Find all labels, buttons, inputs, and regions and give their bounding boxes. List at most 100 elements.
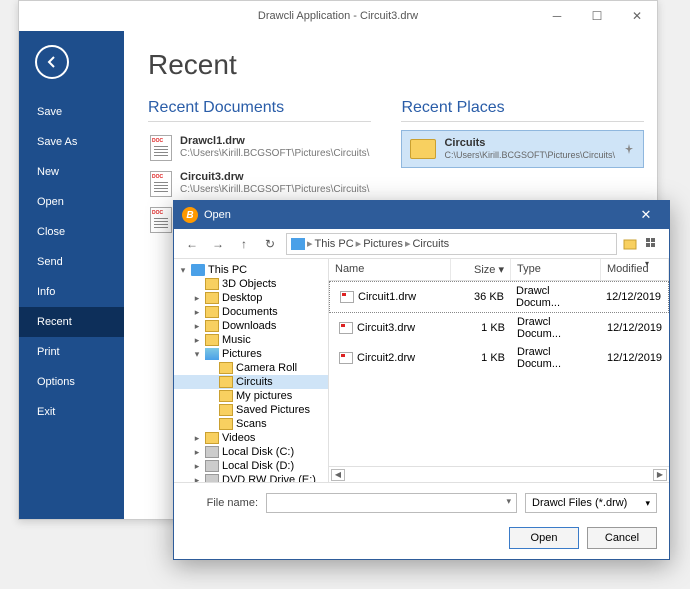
- tree-item-this-pc[interactable]: ▾This PC: [174, 263, 328, 277]
- disk-icon: [205, 446, 219, 458]
- file-row[interactable]: Circuit1.drw36 KBDrawcl Docum...12/12/20…: [329, 281, 669, 313]
- file-type: Drawcl Docum...: [511, 345, 601, 371]
- new-folder-button[interactable]: [623, 236, 639, 252]
- sidebar-item-open[interactable]: Open: [19, 187, 124, 217]
- folder-icon: [219, 376, 233, 388]
- file-row[interactable]: Circuit2.drw1 KBDrawcl Docum...12/12/201…: [329, 343, 669, 373]
- doc-path: C:\Users\Kirill.BCGSOFT\Pictures\Circuit…: [180, 184, 369, 195]
- tree-label: Camera Roll: [236, 362, 297, 374]
- tree-label: DVD RW Drive (E:): [222, 474, 316, 482]
- sidebar-item-print[interactable]: Print: [19, 337, 124, 367]
- tree-expand-icon[interactable]: ▾: [178, 265, 188, 276]
- tree-item-camera-roll[interactable]: Camera Roll: [174, 361, 328, 375]
- tree-item-circuits[interactable]: Circuits: [174, 375, 328, 389]
- column-type[interactable]: Type: [511, 259, 601, 280]
- sidebar-item-options[interactable]: Options: [19, 367, 124, 397]
- view-options-button[interactable]: ▾: [645, 236, 661, 252]
- tree-item-my-pictures[interactable]: My pictures: [174, 389, 328, 403]
- sidebar-item-save-as[interactable]: Save As: [19, 127, 124, 157]
- recent-place-item[interactable]: CircuitsC:\Users\Kirill.BCGSOFT\Pictures…: [401, 130, 644, 168]
- column-modified[interactable]: Modified: [601, 259, 669, 280]
- tree-expand-icon[interactable]: ▸: [192, 461, 202, 472]
- dialog-close-button[interactable]: ✕: [631, 207, 661, 223]
- sidebar-item-close[interactable]: Close: [19, 217, 124, 247]
- tree-item-desktop[interactable]: ▸ Desktop: [174, 291, 328, 305]
- sidebar-item-new[interactable]: New: [19, 157, 124, 187]
- tree-item-pictures[interactable]: ▾Pictures: [174, 347, 328, 361]
- recent-document-item[interactable]: Circuit3.drwC:\Users\Kirill.BCGSOFT\Pict…: [148, 166, 371, 202]
- filename-label: File name:: [186, 497, 258, 509]
- tree-expand-icon[interactable]: ▸: [192, 307, 202, 318]
- doc-path: C:\Users\Kirill.BCGSOFT\Pictures\Circuit…: [180, 148, 369, 159]
- tree-label: Desktop: [222, 292, 262, 304]
- nav-back-button[interactable]: ←: [182, 234, 202, 254]
- app-icon: B: [182, 207, 198, 223]
- tree-label: Local Disk (D:): [222, 460, 294, 472]
- breadcrumb[interactable]: ▸ This PC ▸ Pictures ▸ Circuits: [286, 233, 617, 255]
- tree-item-3d-objects[interactable]: 3D Objects: [174, 277, 328, 291]
- tree-item-local-disk-c-[interactable]: ▸Local Disk (C:): [174, 445, 328, 459]
- tree-item-scans[interactable]: Scans: [174, 417, 328, 431]
- column-size[interactable]: Size ▾: [451, 259, 511, 280]
- horizontal-scrollbar[interactable]: ◀ ▶: [329, 466, 669, 482]
- folder-tree[interactable]: ▾This PC3D Objects▸Desktop▸Documents▸Dow…: [174, 259, 329, 482]
- doc-name: Drawcl1.drw: [180, 135, 369, 147]
- list-header[interactable]: Name Size ▾ Type Modified: [329, 259, 669, 281]
- back-button[interactable]: [35, 45, 69, 79]
- doc-name: Circuit3.drw: [180, 171, 369, 183]
- file-type: Drawcl Docum...: [510, 284, 600, 310]
- sidebar-item-info[interactable]: Info: [19, 277, 124, 307]
- document-icon: [150, 171, 172, 197]
- document-icon: [150, 135, 172, 161]
- open-button[interactable]: Open: [509, 527, 579, 549]
- file-name: Circuit1.drw: [358, 291, 416, 303]
- recent-document-item[interactable]: Drawcl1.drwC:\Users\Kirill.BCGSOFT\Pictu…: [148, 130, 371, 166]
- nav-up-button[interactable]: ↑: [234, 234, 254, 254]
- scroll-left-button[interactable]: ◀: [331, 469, 345, 481]
- tree-item-videos[interactable]: ▸Videos: [174, 431, 328, 445]
- file-size: 1 KB: [451, 351, 511, 365]
- minimize-button[interactable]: ─: [537, 1, 577, 31]
- column-name[interactable]: Name: [329, 259, 451, 280]
- nav-refresh-button[interactable]: ↻: [260, 234, 280, 254]
- tree-label: Downloads: [222, 320, 276, 332]
- nav-forward-button[interactable]: →: [208, 234, 228, 254]
- tree-item-dvd-rw-drive-e-[interactable]: ▸ DVD RW Drive (E:): [174, 473, 328, 482]
- pin-icon[interactable]: [623, 143, 635, 155]
- file-name: Circuit3.drw: [357, 322, 415, 334]
- tree-expand-icon[interactable]: ▸: [192, 433, 202, 444]
- sidebar-item-save[interactable]: Save: [19, 97, 124, 127]
- tree-expand-icon[interactable]: ▾: [192, 349, 202, 360]
- filetype-select[interactable]: Drawcl Files (*.drw)▾: [525, 493, 657, 513]
- close-button[interactable]: ✕: [617, 1, 657, 31]
- sidebar-item-recent[interactable]: Recent: [19, 307, 124, 337]
- tree-expand-icon[interactable]: ▸: [192, 447, 202, 458]
- tree-item-saved-pictures[interactable]: Saved Pictures: [174, 403, 328, 417]
- crumb-item[interactable]: Pictures: [363, 238, 403, 250]
- tree-item-downloads[interactable]: ▸ Downloads: [174, 319, 328, 333]
- file-row[interactable]: Circuit3.drw1 KBDrawcl Docum...12/12/201…: [329, 313, 669, 343]
- tree-label: My pictures: [236, 390, 292, 402]
- sidebar-item-send[interactable]: Send: [19, 247, 124, 277]
- filename-input[interactable]: [266, 493, 517, 513]
- tree-label: 3D Objects: [222, 278, 276, 290]
- scroll-right-button[interactable]: ▶: [653, 469, 667, 481]
- tree-expand-icon[interactable]: ▸: [192, 321, 202, 332]
- crumb-item[interactable]: Circuits: [412, 238, 449, 250]
- cancel-button[interactable]: Cancel: [587, 527, 657, 549]
- file-type: Drawcl Docum...: [511, 315, 601, 341]
- tree-item-local-disk-d-[interactable]: ▸ Local Disk (D:): [174, 459, 328, 473]
- tree-expand-icon[interactable]: ▸: [192, 293, 202, 304]
- maximize-button[interactable]: ☐: [577, 1, 617, 31]
- place-path: C:\Users\Kirill.BCGSOFT\Pictures\Circuit…: [444, 150, 615, 160]
- tree-expand-icon[interactable]: ▸: [192, 475, 202, 483]
- tree-item-documents[interactable]: ▸Documents: [174, 305, 328, 319]
- tree-label: Circuits: [236, 376, 273, 388]
- crumb-item[interactable]: This PC: [315, 238, 354, 250]
- disk-icon: [205, 460, 219, 472]
- document-icon: [150, 207, 172, 233]
- folder-icon: [219, 362, 233, 374]
- sidebar-item-exit[interactable]: Exit: [19, 397, 124, 427]
- tree-item-music[interactable]: ▸Music: [174, 333, 328, 347]
- tree-expand-icon[interactable]: ▸: [192, 335, 202, 346]
